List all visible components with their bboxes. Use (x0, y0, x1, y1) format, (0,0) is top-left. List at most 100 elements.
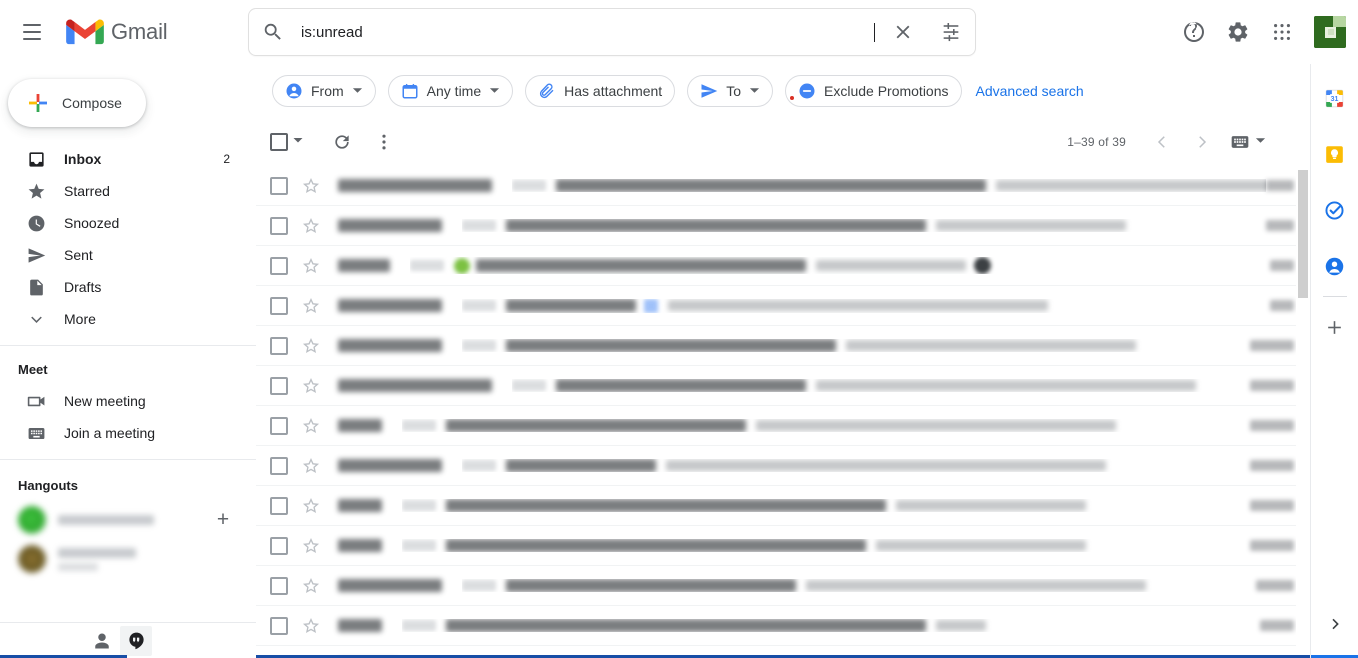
pagination-controls: 1–39 of 39 (1067, 124, 1266, 160)
sidebar-item-sent[interactable]: Sent (0, 239, 244, 271)
expand-panel-button[interactable] (1315, 604, 1355, 644)
sidebar-item-drafts[interactable]: Drafts (0, 271, 244, 303)
side-apps-panel: 31 (1310, 64, 1358, 658)
google-calendar-button[interactable]: 31 (1315, 78, 1355, 118)
star-icon[interactable] (302, 417, 322, 435)
star-icon[interactable] (302, 577, 322, 595)
row-checkbox[interactable] (270, 576, 288, 595)
gmail-brand[interactable]: Gmail (66, 18, 168, 47)
star-icon[interactable] (302, 257, 322, 275)
google-contacts-button[interactable] (1315, 246, 1355, 286)
filter-chip-from[interactable]: From (272, 75, 376, 107)
search-icon[interactable] (249, 8, 297, 56)
row-checkbox[interactable] (270, 416, 288, 435)
row-checkbox[interactable] (270, 216, 288, 235)
row-checkbox[interactable] (270, 536, 288, 555)
search-bar[interactable] (248, 8, 976, 56)
subject-text (476, 259, 806, 272)
send-icon (26, 245, 46, 265)
star-icon[interactable] (302, 537, 322, 555)
sidebar-bottom-tabs (0, 622, 256, 658)
sidebar-item-inbox[interactable]: Inbox 2 (0, 143, 244, 175)
filter-chip-has-attachment[interactable]: Has attachment (525, 75, 676, 107)
sender-name (338, 299, 442, 312)
add-app-button[interactable] (1315, 307, 1355, 347)
google-tasks-button[interactable] (1315, 190, 1355, 230)
subject-text (446, 539, 866, 552)
row-checkbox[interactable] (270, 176, 288, 195)
star-icon[interactable] (302, 297, 322, 315)
scrollbar-thumb[interactable] (1298, 170, 1308, 298)
table-row[interactable] (256, 446, 1310, 486)
message-list (256, 166, 1310, 656)
clear-search-button[interactable] (879, 8, 927, 56)
main-menu-icon[interactable] (8, 8, 56, 56)
compose-button[interactable]: Compose (8, 79, 146, 127)
google-apps-button[interactable] (1260, 10, 1304, 54)
star-icon[interactable] (302, 337, 322, 355)
row-checkbox[interactable] (270, 296, 288, 315)
sidebar-item-join-meeting[interactable]: Join a meeting (0, 417, 244, 449)
star-icon[interactable] (302, 457, 322, 475)
row-checkbox[interactable] (270, 456, 288, 475)
search-options-button[interactable] (927, 8, 975, 56)
sidebar-item-starred[interactable]: Starred (0, 175, 244, 207)
google-keep-button[interactable] (1315, 134, 1355, 174)
more-options-button[interactable] (364, 122, 404, 162)
filter-chip-exclude-promotions[interactable]: Exclude Promotions (785, 75, 962, 107)
sidebar-item-snoozed[interactable]: Snoozed (0, 207, 244, 239)
filter-chip-any-time[interactable]: Any time (387, 75, 514, 107)
row-checkbox[interactable] (270, 496, 288, 515)
table-row[interactable] (256, 286, 1310, 326)
select-all-checkbox[interactable] (270, 133, 304, 151)
table-row[interactable] (256, 486, 1310, 526)
avatar[interactable] (1314, 16, 1346, 48)
star-icon[interactable] (302, 177, 322, 195)
row-checkbox[interactable] (270, 336, 288, 355)
star-icon[interactable] (302, 617, 322, 635)
chevron-down-icon[interactable] (292, 133, 304, 151)
avatar (18, 545, 46, 573)
filter-chip-to[interactable]: To (687, 75, 773, 107)
more-vertical-icon (382, 134, 386, 150)
table-row[interactable] (256, 526, 1310, 566)
table-row[interactable] (256, 246, 1310, 286)
advanced-search-link[interactable]: Advanced search (976, 83, 1084, 99)
table-row[interactable] (256, 366, 1310, 406)
table-row[interactable] (256, 566, 1310, 606)
table-row[interactable] (256, 606, 1310, 646)
table-row[interactable] (256, 326, 1310, 366)
subject-text (506, 339, 836, 352)
row-checkbox[interactable] (270, 256, 288, 275)
table-row[interactable] (256, 166, 1310, 206)
table-row[interactable] (256, 206, 1310, 246)
hangouts-contact-row[interactable]: + (0, 499, 256, 541)
row-checkbox[interactable] (270, 616, 288, 635)
sidebar-nav: Inbox 2 Starred Snoozed Sent Drafts More (0, 143, 256, 335)
refresh-button[interactable] (322, 122, 362, 162)
sidebar-item-new-meeting[interactable]: New meeting (0, 385, 244, 417)
sidebar-item-more[interactable]: More (0, 303, 244, 335)
list-scrollbar[interactable] (1296, 166, 1310, 656)
star-icon[interactable] (302, 377, 322, 395)
gear-icon (1228, 22, 1248, 42)
chevron-down-icon (1255, 133, 1266, 151)
table-row[interactable] (256, 406, 1310, 446)
settings-button[interactable] (1216, 10, 1260, 54)
meet-section-title: Meet (18, 362, 48, 377)
next-page-button[interactable] (1184, 124, 1220, 160)
refresh-icon (335, 135, 349, 149)
sidebar-tab-contacts[interactable] (86, 626, 118, 656)
row-checkbox[interactable] (270, 376, 288, 395)
star-icon[interactable] (302, 217, 322, 235)
sidebar: Compose Inbox 2 Starred Snoozed Sent Dra… (0, 64, 256, 658)
hangouts-contact-row[interactable] (0, 541, 256, 577)
add-hangouts-contact-button[interactable]: + (206, 503, 240, 537)
input-tools-button[interactable] (1230, 132, 1266, 152)
previous-page-button[interactable] (1144, 124, 1180, 160)
star-icon[interactable] (302, 497, 322, 515)
help-button[interactable] (1172, 10, 1216, 54)
inbox-icon (26, 149, 46, 169)
search-input[interactable] (297, 9, 874, 55)
sidebar-tab-hangouts[interactable] (120, 625, 152, 656)
